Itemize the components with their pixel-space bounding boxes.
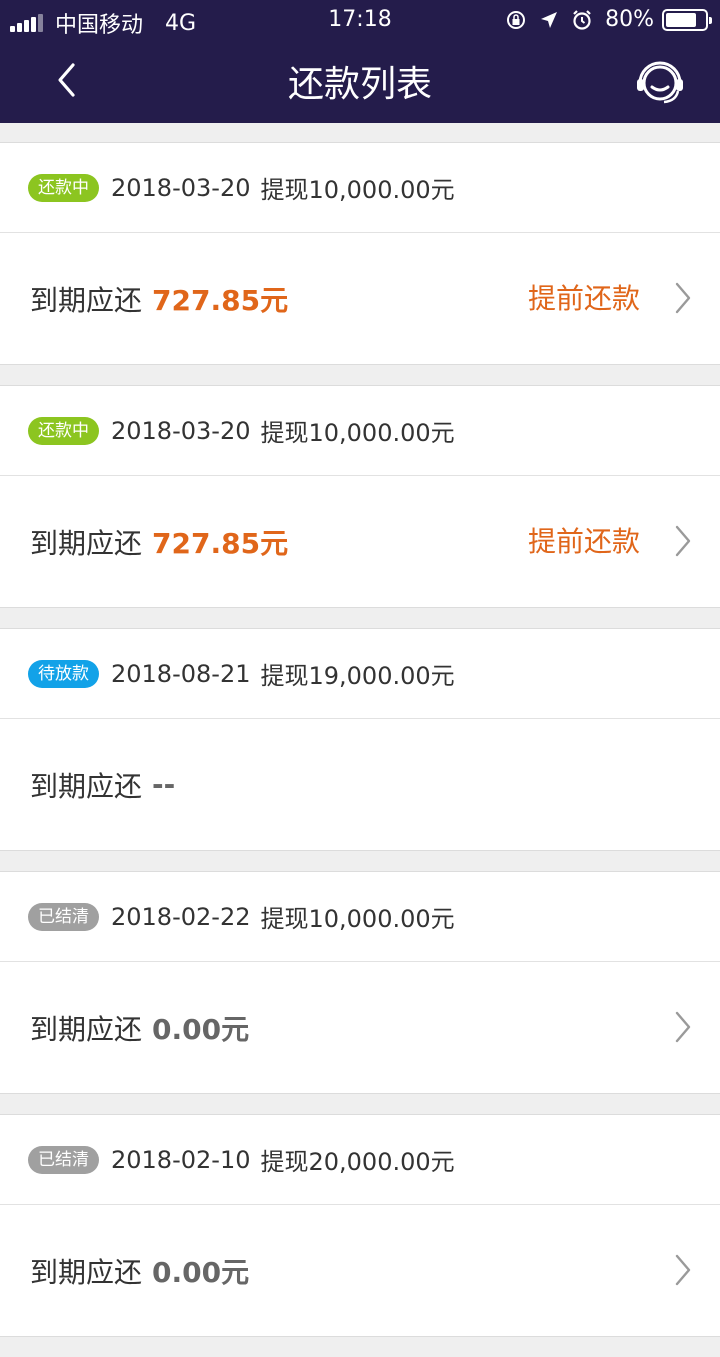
loan-date: 2018-02-10 bbox=[111, 1145, 251, 1174]
loan-card-body[interactable]: 到期应还 727.85元 提前还款 bbox=[0, 233, 720, 364]
due-amount: 727.85元 bbox=[152, 283, 289, 317]
withdraw-label: 提现 bbox=[260, 905, 309, 933]
chevron-right-icon bbox=[675, 1254, 691, 1286]
withdraw-label: 提现 bbox=[260, 662, 309, 690]
page-title: 还款列表 bbox=[287, 64, 432, 105]
withdraw-label: 提现 bbox=[260, 419, 309, 447]
status-badge: 已结清 bbox=[28, 1145, 99, 1174]
loan-card-body[interactable]: 到期应还 0.00元 bbox=[0, 962, 720, 1093]
battery-percent: 80% bbox=[605, 7, 654, 32]
loan-card-body[interactable]: 到期应还 0.00元 bbox=[0, 1205, 720, 1336]
alarm-icon bbox=[571, 9, 593, 31]
chevron-right-icon bbox=[675, 282, 691, 314]
status-badge: 已结清 bbox=[28, 902, 99, 931]
headset-icon bbox=[637, 61, 683, 104]
withdraw-label: 提现 bbox=[260, 176, 309, 204]
loan-card-header: 已结清 2018-02-22 提现 10,000.00元 bbox=[0, 872, 720, 962]
header: 中国移动 4G 17:18 80% 还款列表 bbox=[0, 0, 720, 123]
withdraw-amount: 10,000.00元 bbox=[308, 419, 455, 447]
status-right: 80% bbox=[505, 7, 712, 32]
due-label: 到期应还 bbox=[30, 769, 143, 803]
due-amount: 0.00元 bbox=[152, 1012, 250, 1046]
status-badge: 还款中 bbox=[28, 173, 99, 202]
loan-date: 2018-03-20 bbox=[111, 173, 251, 202]
loan-card: 待放款 2018-08-21 提现 19,000.00元 到期应还 -- bbox=[0, 628, 720, 851]
loan-card[interactable]: 已结清 2018-02-10 提现 20,000.00元 到期应还 0.00元 bbox=[0, 1114, 720, 1337]
battery-icon bbox=[662, 8, 712, 31]
loan-list: 还款中 2018-03-20 提现 10,000.00元 到期应还 727.85… bbox=[0, 142, 720, 1357]
status-bar: 中国移动 4G 17:18 80% bbox=[0, 0, 720, 40]
prepay-button[interactable]: 提前还款 bbox=[528, 233, 640, 364]
due-label: 到期应还 bbox=[30, 1012, 143, 1046]
withdraw-label: 提现 bbox=[260, 1148, 309, 1176]
due-amount: 727.85元 bbox=[152, 526, 289, 560]
location-icon bbox=[539, 10, 559, 30]
loan-date: 2018-02-22 bbox=[111, 902, 251, 931]
due-label: 到期应还 bbox=[30, 1255, 143, 1289]
withdraw-amount: 20,000.00元 bbox=[308, 1148, 455, 1176]
loan-card-body: 到期应还 -- bbox=[0, 719, 720, 850]
due-amount: -- bbox=[152, 768, 176, 801]
loan-card-header: 还款中 2018-03-20 提现 10,000.00元 bbox=[0, 386, 720, 476]
due-amount: 0.00元 bbox=[152, 1255, 250, 1289]
loan-card[interactable]: 还款中 2018-03-20 提现 10,000.00元 到期应还 727.85… bbox=[0, 385, 720, 608]
loan-card-header: 待放款 2018-08-21 提现 19,000.00元 bbox=[0, 629, 720, 719]
loan-card[interactable]: 已结清 2018-02-22 提现 10,000.00元 到期应还 0.00元 bbox=[0, 871, 720, 1094]
withdraw-amount: 10,000.00元 bbox=[308, 176, 455, 204]
loan-card-body[interactable]: 到期应还 727.85元 提前还款 bbox=[0, 476, 720, 607]
loan-date: 2018-08-21 bbox=[111, 659, 251, 688]
chevron-right-icon bbox=[675, 1011, 691, 1043]
due-label: 到期应还 bbox=[30, 526, 143, 560]
customer-service-button[interactable] bbox=[634, 56, 686, 108]
loan-card-header: 已结清 2018-02-10 提现 20,000.00元 bbox=[0, 1115, 720, 1205]
loan-card-header: 还款中 2018-03-20 提现 10,000.00元 bbox=[0, 143, 720, 233]
status-badge: 待放款 bbox=[28, 659, 99, 688]
chevron-right-icon bbox=[675, 525, 691, 557]
loan-date: 2018-03-20 bbox=[111, 416, 251, 445]
status-badge: 还款中 bbox=[28, 416, 99, 445]
rotation-lock-icon bbox=[505, 9, 527, 31]
loan-card[interactable]: 还款中 2018-03-20 提现 10,000.00元 到期应还 727.85… bbox=[0, 142, 720, 365]
withdraw-amount: 19,000.00元 bbox=[308, 662, 455, 690]
withdraw-amount: 10,000.00元 bbox=[308, 905, 455, 933]
prepay-button[interactable]: 提前还款 bbox=[528, 476, 640, 607]
nav-bar: 还款列表 bbox=[0, 40, 720, 123]
due-label: 到期应还 bbox=[30, 283, 143, 317]
